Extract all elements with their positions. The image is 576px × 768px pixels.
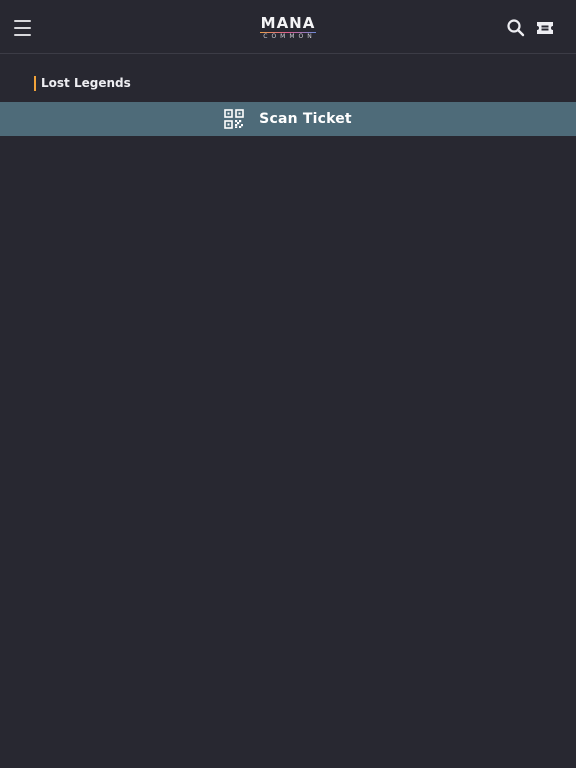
logo-wordmark: MANA [260, 14, 316, 32]
breadcrumb: Lost Legends [34, 74, 131, 92]
ticket-icon [537, 22, 553, 34]
qr-code-icon [224, 109, 244, 129]
tickets-button[interactable] [535, 19, 555, 37]
brand-logo[interactable]: MANA COMMON [259, 16, 317, 41]
hamburger-menu-icon-line [14, 20, 31, 22]
menu-button[interactable] [12, 14, 38, 42]
app-root: MANA COMMON Lost Legends Scan Ticket [0, 0, 576, 768]
hamburger-menu-icon-line [14, 27, 31, 29]
main-content-area [0, 136, 576, 768]
top-header: MANA COMMON [0, 0, 576, 54]
logo-subtitle: COMMON [263, 33, 316, 40]
scan-ticket-label: Scan Ticket [259, 111, 352, 127]
breadcrumb-label[interactable]: Lost Legends [41, 74, 131, 92]
search-icon [507, 19, 525, 37]
search-button[interactable] [506, 18, 526, 38]
hamburger-menu-icon-line [14, 34, 31, 36]
scan-ticket-button[interactable]: Scan Ticket [0, 102, 576, 136]
breadcrumb-accent-bar [34, 75, 36, 91]
